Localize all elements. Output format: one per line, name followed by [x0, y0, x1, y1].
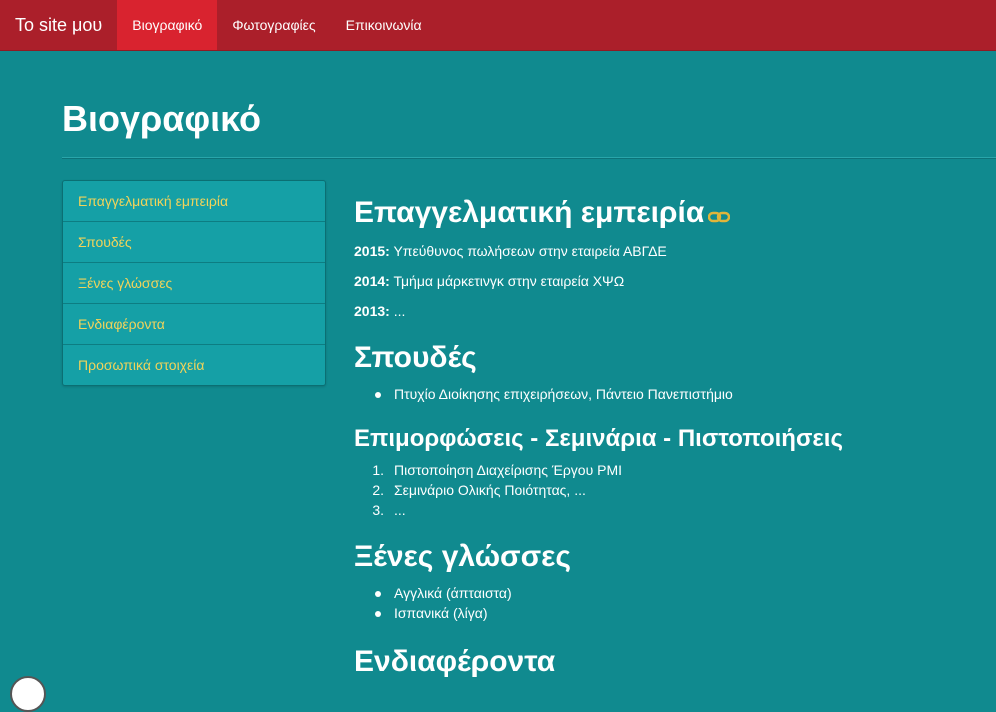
experience-entry: 2013: ... — [354, 303, 405, 319]
link-icon[interactable] — [708, 197, 731, 231]
seminars-item: Σεμινάριο Ολικής Ποιότητας, ... — [394, 482, 586, 498]
languages-item: Αγγλικά (άπταιστα) — [394, 585, 512, 601]
list-number: 3. — [372, 502, 384, 518]
studies-heading: Σπουδές — [354, 341, 477, 374]
nav-link-biography[interactable]: Βιογραφικό — [117, 0, 218, 50]
interests-heading: Ενδιαφέροντα — [354, 645, 556, 678]
brand-link[interactable]: To site μου — [0, 0, 117, 50]
floating-circle-button[interactable] — [10, 676, 46, 712]
experience-year: 2013: — [354, 303, 390, 319]
sidebar-item-personal[interactable]: Προσωπικά στοιχεία — [63, 344, 325, 385]
sidebar-item-studies[interactable]: Σπουδές — [63, 221, 325, 262]
nav-link-photos[interactable]: Φωτογραφίες — [217, 0, 330, 50]
experience-text: Υπεύθυνος πωλήσεων στην εταιρεία ΑΒΓΔΕ — [389, 243, 667, 259]
experience-entry: 2014: Τμήμα μάρκετινγκ στην εταιρεία ΧΨΩ — [354, 273, 624, 289]
bullet-icon — [375, 611, 381, 617]
experience-entry: 2015: Υπεύθυνος πωλήσεων στην εταιρεία Α… — [354, 243, 667, 259]
sidebar-item-languages[interactable]: Ξένες γλώσσες — [63, 262, 325, 303]
sidebar-item-interests[interactable]: Ενδιαφέροντα — [63, 303, 325, 344]
experience-year: 2014: — [354, 273, 390, 289]
list-number: 1. — [372, 462, 384, 478]
seminars-item: Πιστοποίηση Διαχείρισης Έργου PMI — [394, 462, 623, 478]
studies-item: Πτυχίο Διοίκησης επιχειρήσεων, Πάντειο Π… — [394, 386, 733, 402]
experience-year: 2015: — [354, 243, 390, 259]
top-navbar: To site μου Βιογραφικό Φωτογραφίες Επικο… — [0, 0, 996, 51]
languages-heading: Ξένες γλώσσες — [354, 540, 571, 573]
title-divider — [62, 157, 996, 159]
bullet-icon — [375, 392, 381, 398]
seminars-heading: Επιμορφώσεις - Σεμινάρια - Πιστοποιήσεις — [354, 425, 843, 452]
seminars-item: ... — [394, 502, 406, 518]
page-title: Βιογραφικό — [62, 98, 262, 139]
sidebar-nav: Επαγγελματική εμπειρία Σπουδές Ξένες γλώ… — [62, 180, 326, 386]
experience-heading-text: Επαγγελματική εμπειρία — [354, 196, 705, 229]
sidebar-item-experience[interactable]: Επαγγελματική εμπειρία — [63, 181, 325, 221]
experience-text: Τμήμα μάρκετινγκ στην εταιρεία ΧΨΩ — [389, 273, 625, 289]
list-number: 2. — [372, 482, 384, 498]
languages-item: Ισπανικά (λίγα) — [394, 605, 488, 621]
nav-link-contact[interactable]: Επικοινωνία — [331, 0, 437, 50]
experience-heading: Επαγγελματική εμπειρία — [354, 196, 731, 231]
bullet-icon — [375, 591, 381, 597]
experience-text: ... — [389, 303, 406, 319]
